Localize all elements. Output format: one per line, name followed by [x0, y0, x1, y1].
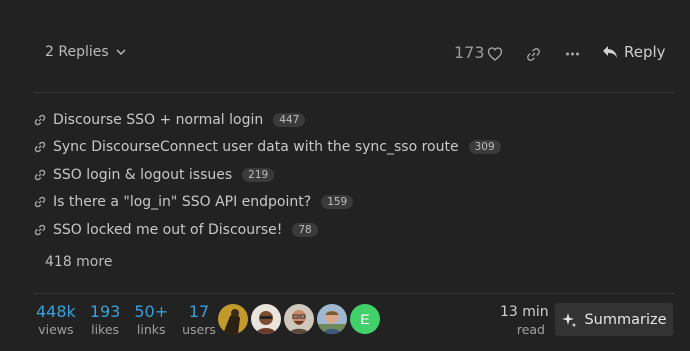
avatar-person-outdoor-icon — [317, 304, 347, 334]
related-link-title: Is there a "log_in" SSO API endpoint? — [53, 194, 312, 211]
related-link-title: SSO login & logout issues — [53, 166, 233, 183]
section-divider — [34, 293, 674, 294]
avatar-silhouette-icon — [218, 304, 248, 334]
link-icon — [34, 169, 46, 180]
stat-value: 50+ — [134, 302, 169, 321]
sparkle-icon — [562, 312, 577, 327]
stat-links[interactable]: 50+ links — [134, 303, 168, 339]
click-count-badge: 219 — [242, 167, 275, 182]
reading-time-value: 13 min — [500, 304, 549, 320]
related-link-title: Discourse SSO + normal login — [53, 111, 264, 128]
stat-label: likes — [91, 322, 120, 337]
avatar-letter-e[interactable]: E — [350, 304, 380, 334]
stat-label: users — [182, 322, 216, 337]
avatar-person-glasses-icon — [284, 304, 314, 334]
more-options-icon[interactable] — [565, 46, 580, 62]
related-links-list: Discourse SSO + normal login 447 Sync Di… — [34, 106, 501, 244]
avatar[interactable] — [251, 304, 281, 334]
related-link-title: SSO locked me out of Discourse! — [53, 221, 283, 238]
stat-value: 193 — [89, 302, 121, 321]
participant-avatars: E — [218, 304, 380, 334]
stat-value: 448k — [36, 302, 76, 321]
click-count-badge: 159 — [321, 195, 354, 210]
show-more-links-button[interactable]: 418 more — [45, 254, 112, 270]
avatar[interactable] — [284, 304, 314, 334]
avatar-person-beard-icon — [251, 304, 281, 334]
related-link-title: Sync DiscourseConnect user data with the… — [53, 139, 459, 156]
reading-time: 13 min read — [500, 303, 549, 339]
stat-likes: 193 likes — [90, 303, 121, 339]
click-count-badge: 447 — [273, 112, 306, 127]
section-divider — [34, 92, 674, 93]
related-link-item[interactable]: Discourse SSO + normal login 447 — [34, 106, 501, 134]
link-icon — [34, 142, 46, 153]
reply-button[interactable]: Reply — [602, 43, 666, 61]
related-link-item[interactable]: SSO locked me out of Discourse! 78 — [34, 216, 501, 244]
chevron-down-icon — [116, 49, 126, 55]
link-icon — [34, 197, 46, 208]
click-count-badge: 78 — [292, 222, 318, 237]
post-actions-row: 2 Replies 173 Reply — [0, 34, 690, 76]
stat-label: links — [136, 322, 166, 337]
avatar-letter: E — [360, 311, 370, 327]
related-link-item[interactable]: Is there a "log_in" SSO API endpoint? 15… — [34, 189, 501, 217]
replies-label: 2 Replies — [45, 44, 109, 60]
link-icon[interactable] — [526, 47, 541, 62]
like-count: 173 — [454, 43, 485, 62]
topic-stats: 448k views 193 likes 50+ links 17 users — [36, 303, 216, 339]
stat-users[interactable]: 17 users — [182, 303, 216, 339]
replies-toggle-button[interactable]: 2 Replies — [45, 44, 127, 60]
reply-arrow-icon — [603, 46, 617, 58]
avatar[interactable] — [317, 304, 347, 334]
reply-label: Reply — [624, 43, 666, 61]
related-link-item[interactable]: SSO login & logout issues 219 — [34, 161, 501, 189]
summarize-label: Summarize — [584, 311, 667, 328]
summarize-button[interactable]: Summarize — [555, 303, 673, 336]
stat-views: 448k views — [36, 303, 76, 339]
related-link-item[interactable]: Sync DiscourseConnect user data with the… — [34, 134, 501, 162]
stat-value: 17 — [188, 302, 210, 321]
reading-time-label: read — [516, 322, 545, 337]
click-count-badge: 309 — [468, 140, 501, 155]
heart-icon[interactable] — [487, 46, 503, 62]
stat-label: views — [38, 322, 74, 337]
avatar[interactable] — [218, 304, 248, 334]
link-icon — [34, 224, 46, 235]
link-icon — [34, 114, 46, 125]
